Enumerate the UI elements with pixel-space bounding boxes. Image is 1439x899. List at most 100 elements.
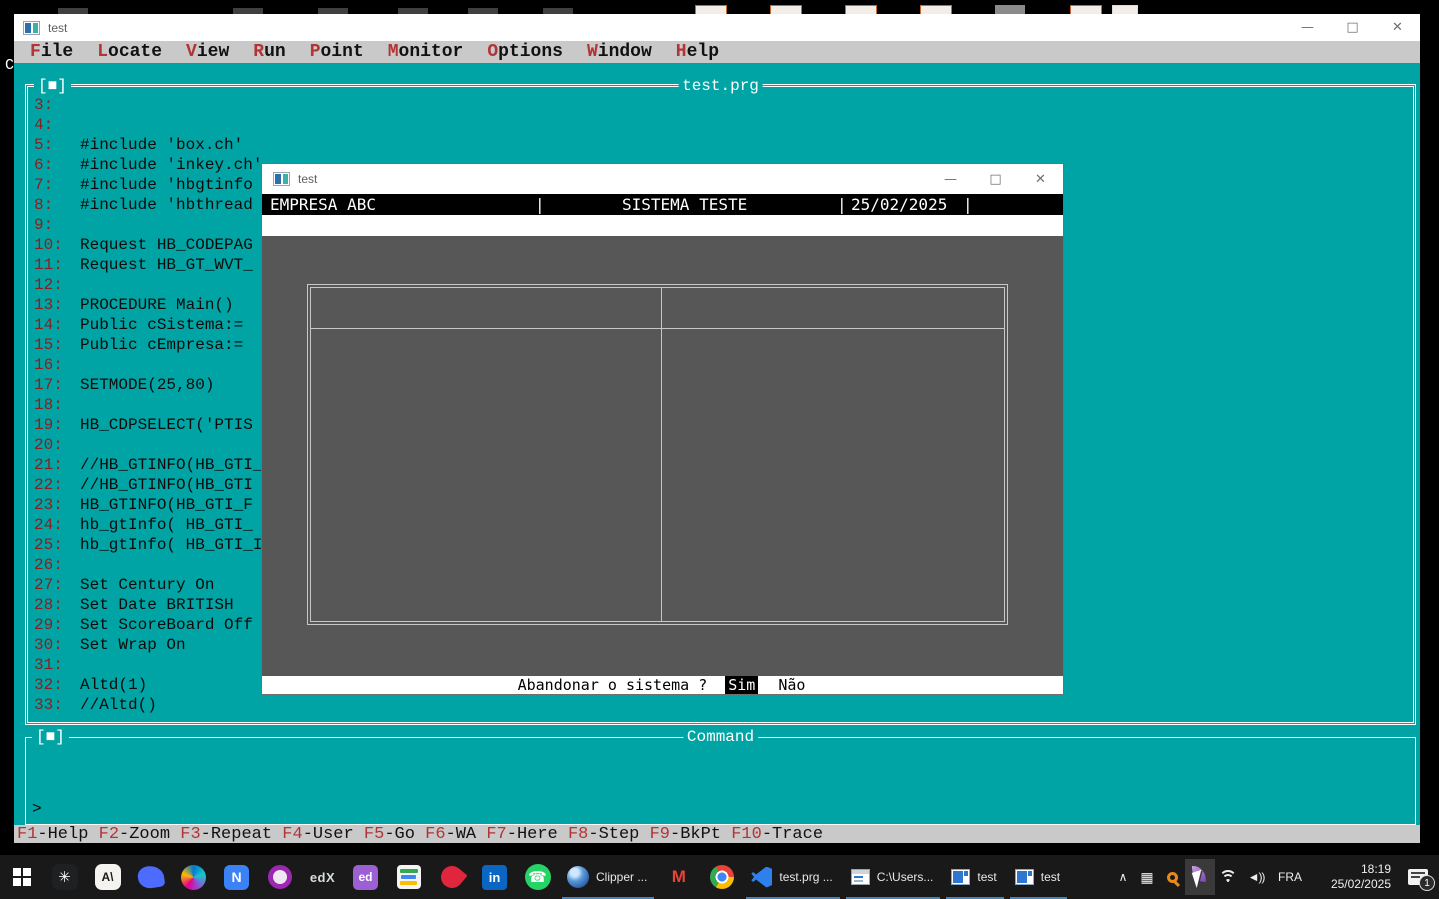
line-number: 3:: [34, 96, 54, 114]
window-title: test: [48, 20, 68, 35]
exit-yes-option[interactable]: Sim: [725, 676, 759, 694]
company-name: EMPRESA ABC: [270, 195, 376, 214]
window-app-icon: [1014, 869, 1034, 885]
tray-chevron-icon[interactable]: ∧: [1111, 855, 1135, 899]
taskbar-deepseek[interactable]: [129, 855, 172, 899]
line-number: 29:: [34, 616, 63, 634]
globe-icon: [567, 866, 589, 888]
window-app-icon: [951, 869, 971, 885]
clock[interactable]: 18:19 25/02/2025: [1309, 855, 1397, 899]
desktop-stray-char: C: [5, 57, 15, 74]
code-line: 5: #include 'box.ch': [30, 135, 1411, 155]
line-code: hb_gtInfo( HB_GTI_I: [80, 536, 263, 554]
taskbar-button-label: test.prg ...: [779, 870, 833, 884]
taskbar-button-clipper[interactable]: Clipper ...: [559, 855, 657, 899]
line-number: 5:: [34, 136, 54, 154]
line-code: Public cSistema:=: [80, 316, 244, 334]
taskbar-button-console[interactable]: C:\Users...: [843, 855, 944, 899]
taskbar-sheets-app[interactable]: [387, 855, 430, 899]
menu-item[interactable]: Locate: [97, 42, 162, 62]
wifi-icon[interactable]: [1215, 867, 1241, 887]
fkey-hint: F4-User: [282, 824, 364, 844]
panel-close-box[interactable]: [■]: [32, 727, 69, 747]
taskbar-ring-app[interactable]: [258, 855, 301, 899]
volume-icon[interactable]: ◄)): [1241, 855, 1271, 899]
touch-keyboard-icon[interactable]: ▦: [1135, 855, 1159, 899]
minimize-button[interactable]: —: [928, 164, 973, 194]
line-number: 6:: [34, 156, 54, 174]
notification-center[interactable]: 1: [1397, 855, 1439, 899]
close-button[interactable]: ✕: [1375, 14, 1420, 41]
browse-header-divider: [311, 328, 1004, 329]
n-app-icon: N: [224, 864, 249, 890]
taskbar-copilot[interactable]: [172, 855, 215, 899]
line-code: SETMODE(25,80): [80, 376, 215, 394]
maximize-button[interactable]: □: [973, 164, 1018, 194]
line-code: Set Date BRITISH: [80, 596, 234, 614]
fkey-hint: F10-Trace: [731, 824, 824, 844]
menu-item[interactable]: View: [186, 42, 229, 62]
line-number: 7:: [34, 176, 54, 194]
command-panel-title: Command: [682, 727, 759, 747]
desktop-icon-nub: [920, 5, 952, 14]
exit-no-option[interactable]: Não: [776, 676, 807, 694]
claude-icon: A\: [94, 864, 121, 890]
line-number: 16:: [34, 356, 63, 374]
command-prompt[interactable]: >: [32, 800, 42, 818]
menu-item[interactable]: Monitor: [388, 42, 464, 62]
menu-item[interactable]: Window: [587, 42, 652, 62]
menu-item[interactable]: Point: [310, 42, 364, 62]
pen-tray-icon[interactable]: [1185, 859, 1215, 895]
taskbar-red-bird-app[interactable]: [430, 855, 473, 899]
maximize-button[interactable]: □: [1330, 14, 1375, 41]
line-number: 15:: [34, 336, 63, 354]
whatsapp-icon: ☎: [524, 864, 551, 890]
desktop-icon-nub: [1112, 5, 1138, 14]
red-bird-icon: [436, 861, 467, 893]
header-separator: |: [535, 195, 545, 214]
line-code: Altd(1): [80, 676, 148, 694]
program-header-bar: EMPRESA ABC | SISTEMA TESTE | 25/02/2025…: [262, 194, 1063, 215]
taskbar-chrome[interactable]: [700, 855, 743, 899]
purple-ring-icon: [267, 865, 292, 889]
taskbar-button-test-2[interactable]: test: [1007, 855, 1070, 899]
menu-item[interactable]: Options: [487, 42, 563, 62]
line-number: 30:: [34, 636, 63, 654]
window-title: test: [298, 172, 318, 186]
chrome-icon: [709, 865, 734, 889]
language-indicator[interactable]: FRA: [1271, 855, 1309, 899]
code-line: 33: //Altd(): [30, 695, 1411, 715]
menu-item[interactable]: File: [30, 42, 73, 62]
search-icon[interactable]: [1159, 855, 1185, 899]
taskbar-linkedin[interactable]: in: [473, 855, 516, 899]
command-panel[interactable]: [■] Command >: [25, 727, 1416, 825]
start-button[interactable]: [0, 855, 43, 899]
taskbar-ed[interactable]: ed: [344, 855, 387, 899]
debugger-titlebar: test — □ ✕: [14, 14, 1420, 41]
taskbar-gmail[interactable]: M: [657, 855, 700, 899]
minimize-button[interactable]: —: [1285, 14, 1330, 41]
close-button[interactable]: ✕: [1018, 164, 1063, 194]
line-code: Request HB_GT_WVT_: [80, 256, 253, 274]
line-number: 11:: [34, 256, 63, 274]
line-number: 17:: [34, 376, 63, 394]
taskbar-chatgpt[interactable]: ✳: [43, 855, 86, 899]
taskbar-button-vscode[interactable]: test.prg ...: [743, 855, 842, 899]
taskbar-notion[interactable]: N: [215, 855, 258, 899]
taskbar-claude[interactable]: A\: [86, 855, 129, 899]
menu-item[interactable]: Help: [676, 42, 719, 62]
menu-bar: File Locate View Run Point Monitor Optio…: [14, 41, 1420, 63]
taskbar-button-test-1[interactable]: test: [943, 855, 1006, 899]
line-code: //HB_GTINFO(HB_GTI: [80, 476, 253, 494]
fkey-hint: F9-BkPt: [649, 824, 732, 844]
panel-close-box[interactable]: [■]: [34, 76, 71, 96]
line-code: #include 'hbgtinfo: [80, 176, 253, 194]
taskbar-edx[interactable]: edX: [301, 855, 344, 899]
taskbar-whatsapp[interactable]: ☎: [516, 855, 559, 899]
fkey-hint: F3-Repeat: [180, 824, 283, 844]
line-number: 9:: [34, 216, 54, 234]
menu-item[interactable]: Run: [253, 42, 285, 62]
line-code: Set Wrap On: [80, 636, 186, 654]
line-number: 25:: [34, 536, 63, 554]
notification-badge: 1: [1419, 875, 1435, 891]
